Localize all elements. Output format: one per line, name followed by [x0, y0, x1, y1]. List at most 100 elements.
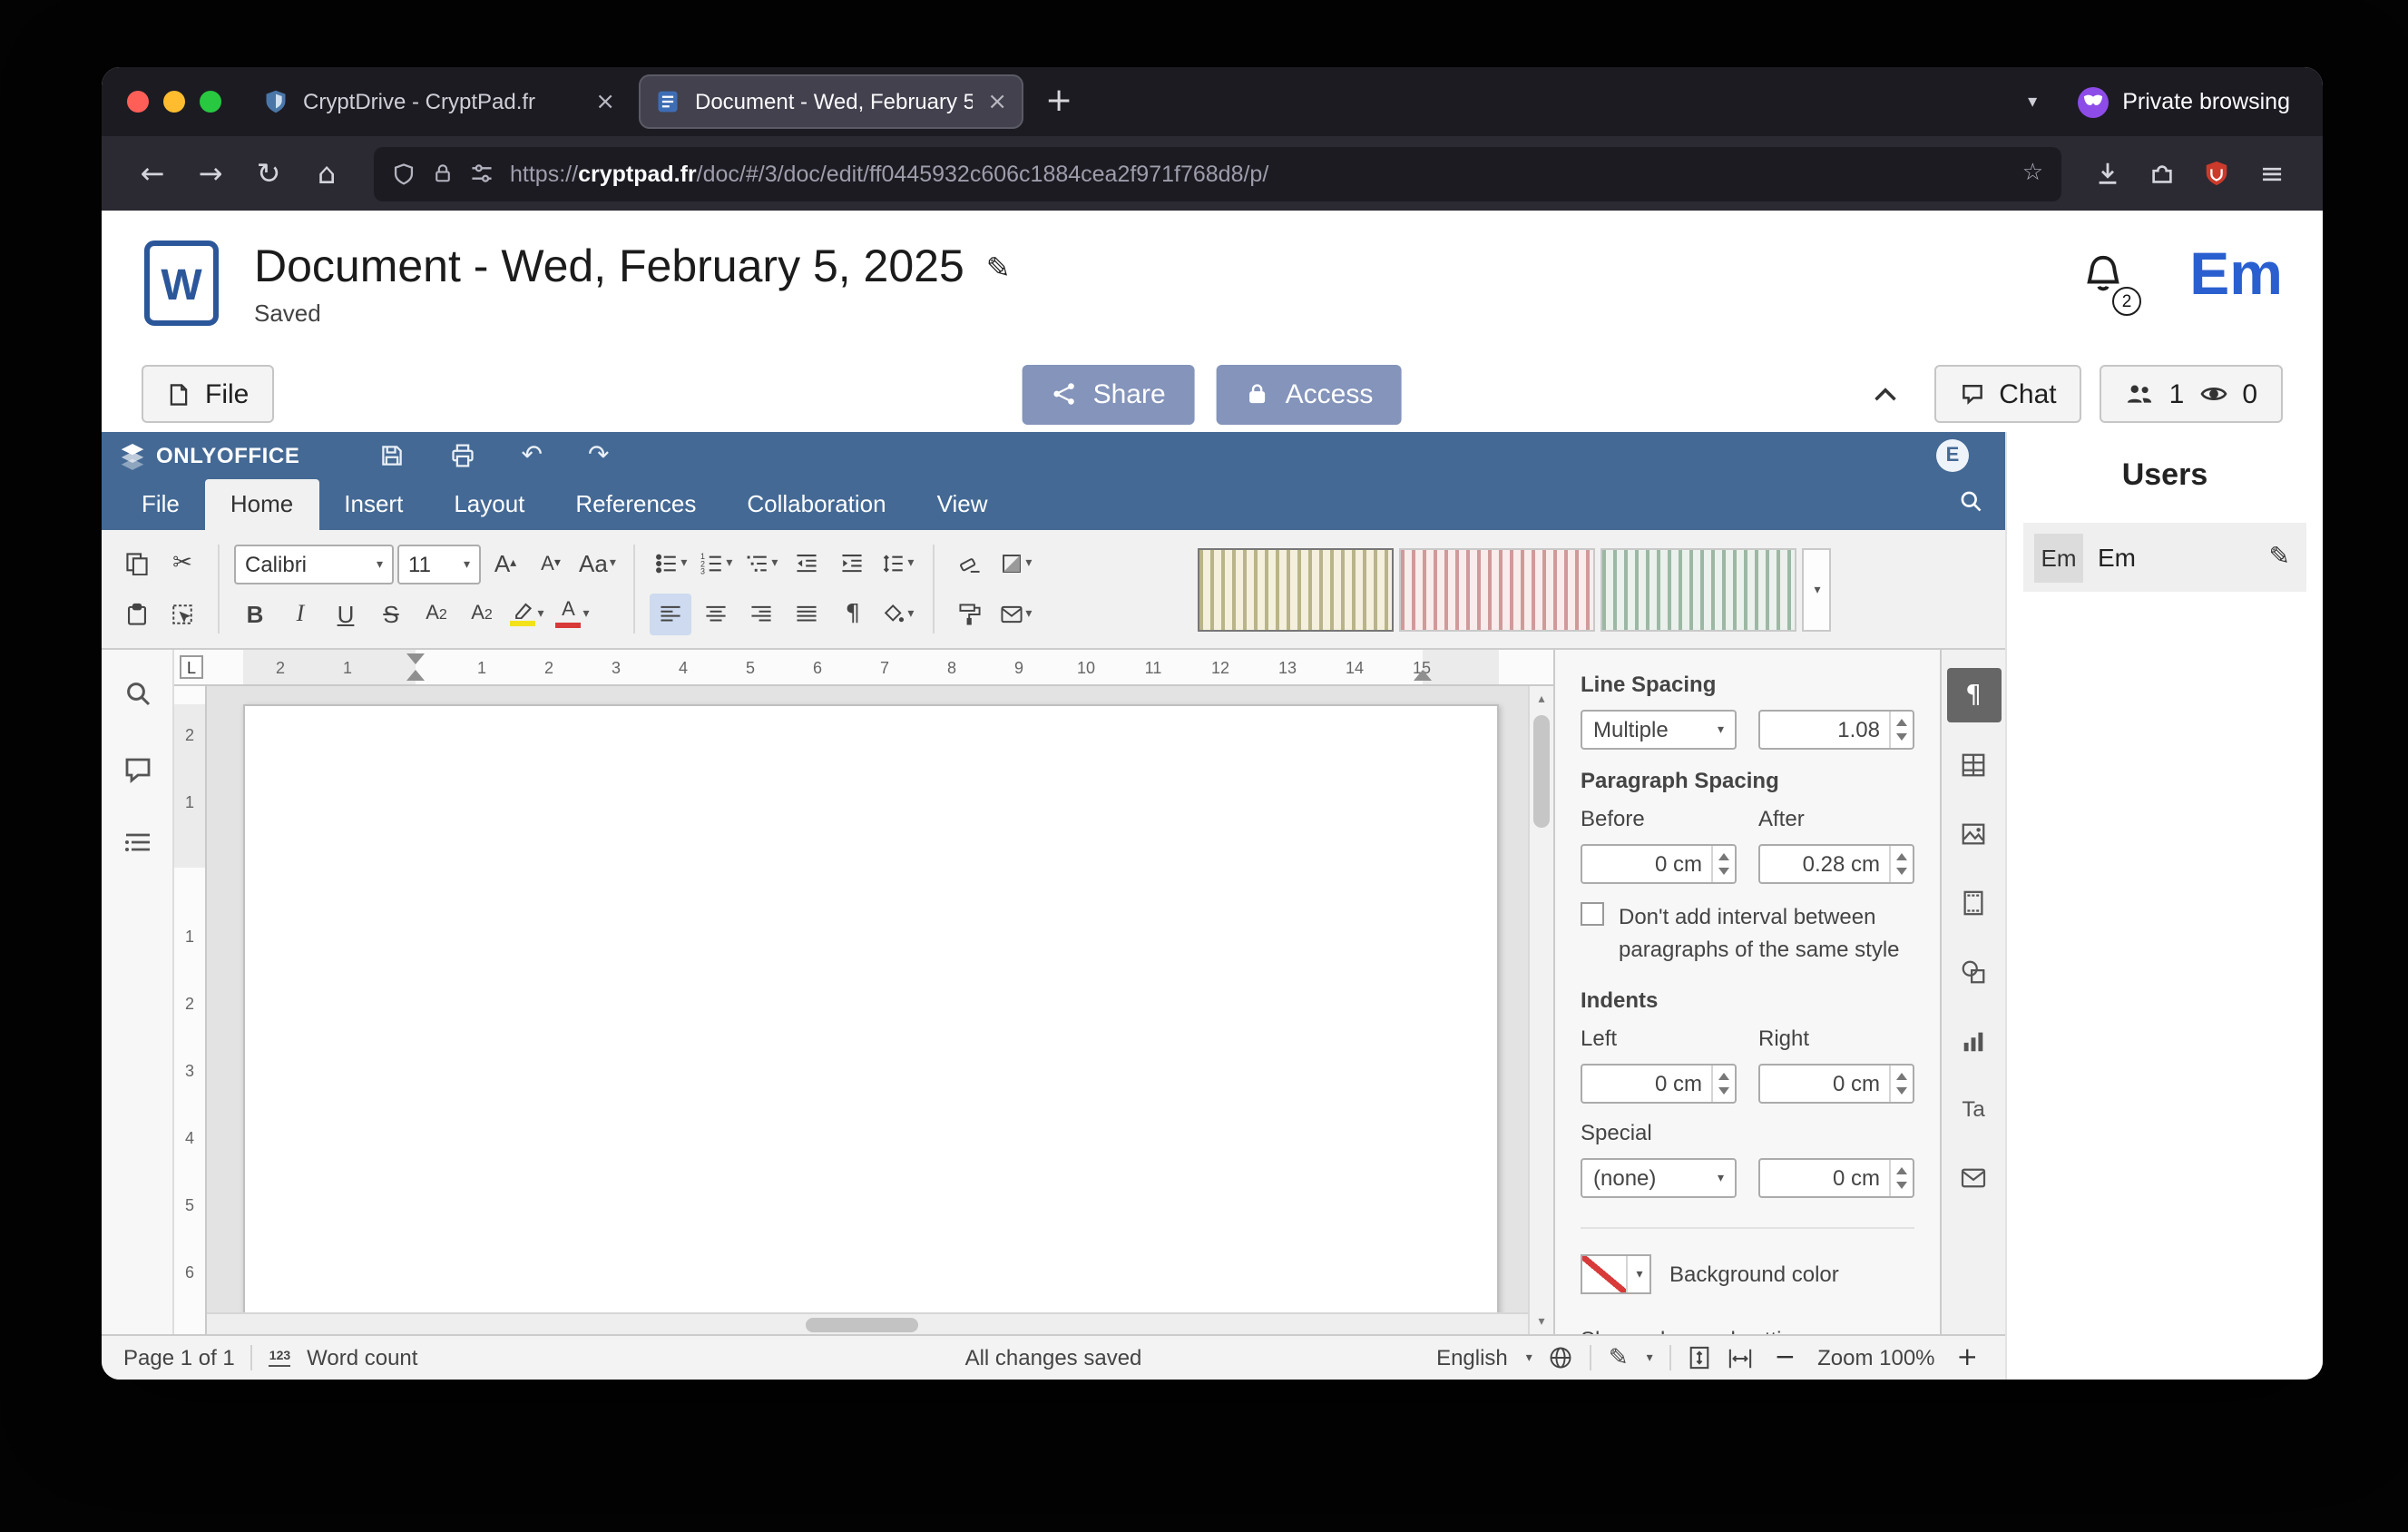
spin-down-icon[interactable] [1896, 868, 1907, 875]
zoom-level[interactable]: Zoom 100% [1817, 1345, 1934, 1370]
textart-settings-icon[interactable]: Ta [1946, 1082, 2001, 1136]
spin-up-icon[interactable] [1896, 853, 1907, 860]
nonprinting-characters-icon[interactable]: ¶ [832, 593, 874, 634]
zoom-window-button[interactable] [200, 91, 221, 113]
lock-icon[interactable] [432, 162, 454, 185]
edit-name-pencil-icon[interactable]: ✎ [2269, 543, 2290, 572]
spin-down-icon[interactable] [1896, 733, 1907, 741]
home-icon[interactable]: ⌂ [298, 148, 356, 199]
italic-icon[interactable]: I [279, 593, 321, 634]
paragraph-style-preview-1[interactable] [1198, 547, 1394, 631]
globe-icon[interactable] [1549, 1345, 1574, 1370]
table-settings-icon[interactable] [1946, 737, 2001, 791]
back-icon[interactable]: ← [123, 148, 181, 199]
multilevel-list-icon[interactable]: ▾ [741, 544, 783, 585]
image-settings-icon[interactable] [1946, 806, 2001, 860]
url-input[interactable]: https://cryptpad.fr/doc/#/3/doc/edit/ff0… [510, 161, 2006, 186]
special-indent-value-input[interactable]: 0 cm [1758, 1158, 1914, 1198]
rename-pencil-icon[interactable]: ✎ [986, 250, 1011, 284]
scroll-down-icon[interactable]: ▾ [1530, 1309, 1553, 1334]
file-menu-button[interactable]: File [142, 365, 274, 423]
spacing-after-input[interactable]: 0.28 cm [1758, 844, 1914, 884]
spin-up-icon[interactable] [1896, 1167, 1907, 1174]
mail-merge-icon[interactable]: ▾ [995, 593, 1037, 634]
menu-layout[interactable]: Layout [428, 479, 550, 530]
user-list-item[interactable]: Em Em ✎ [2023, 523, 2306, 592]
menu-home[interactable]: Home [205, 479, 318, 530]
reload-icon[interactable]: ↻ [240, 148, 298, 199]
spin-down-icon[interactable] [1718, 1087, 1729, 1095]
font-size-select[interactable]: 11▾ [397, 545, 481, 584]
background-color-swatch[interactable]: ▾ [1581, 1254, 1651, 1294]
fit-page-icon[interactable] [1688, 1345, 1711, 1370]
permissions-sliders-icon[interactable] [470, 162, 494, 185]
redo-icon[interactable]: ↷ [588, 443, 609, 468]
menu-collaboration[interactable]: Collaboration [721, 479, 911, 530]
copy-icon[interactable] [116, 544, 158, 585]
spin-down-icon[interactable] [1896, 1087, 1907, 1095]
zoom-out-icon[interactable]: − [1769, 1343, 1801, 1372]
page-indicator[interactable]: Page 1 of 1 [123, 1345, 235, 1370]
document-page[interactable] [243, 704, 1499, 1334]
tab-stop-selector[interactable]: L [180, 655, 203, 679]
collapse-toolbar-chevron-icon[interactable] [1854, 386, 1915, 402]
subscript-icon[interactable]: A2 [461, 593, 503, 634]
spell-check-icon[interactable]: ✎ [1609, 1344, 1629, 1371]
mail-merge-settings-icon[interactable] [1946, 1151, 2001, 1205]
minimize-window-button[interactable] [163, 91, 185, 113]
paragraph-shading-icon[interactable]: ▾ [877, 593, 919, 634]
left-indent-marker[interactable] [406, 670, 425, 681]
underline-icon[interactable]: U [325, 593, 367, 634]
decrease-font-icon[interactable]: A▾ [530, 544, 572, 585]
chart-settings-icon[interactable] [1946, 1013, 2001, 1067]
paragraph-style-preview-2[interactable] [1399, 547, 1595, 631]
numbered-list-icon[interactable]: 123▾ [696, 544, 738, 585]
clear-style-icon[interactable] [950, 544, 992, 585]
comments-icon[interactable] [122, 755, 152, 784]
align-justify-icon[interactable] [787, 593, 828, 634]
spin-up-icon[interactable] [1718, 1073, 1729, 1080]
no-interval-checkbox[interactable] [1581, 902, 1604, 926]
tracking-shield-icon[interactable] [392, 161, 416, 186]
select-all-icon[interactable] [162, 593, 203, 634]
font-color-icon[interactable]: A▾ [552, 593, 593, 634]
change-case-icon[interactable]: Aa▾ [575, 544, 620, 585]
tab-cryptdrive[interactable]: CryptDrive - CryptPad.fr × [247, 74, 631, 129]
spin-down-icon[interactable] [1718, 868, 1729, 875]
decrease-indent-icon[interactable] [787, 544, 828, 585]
search-icon[interactable] [1958, 488, 1983, 514]
paste-icon[interactable] [116, 593, 158, 634]
word-count-label[interactable]: Word count [307, 1345, 417, 1370]
first-line-indent-marker[interactable] [406, 653, 425, 664]
close-window-button[interactable] [127, 91, 149, 113]
line-spacing-select[interactable]: Multiple▾ [1581, 710, 1737, 750]
align-center-icon[interactable] [696, 593, 738, 634]
increase-indent-icon[interactable] [832, 544, 874, 585]
url-bar[interactable]: https://cryptpad.fr/doc/#/3/doc/edit/ff0… [374, 146, 2061, 201]
paragraph-settings-icon[interactable]: ¶ [1946, 668, 2001, 722]
copy-style-icon[interactable] [950, 593, 992, 634]
chat-button[interactable]: Chat [1933, 365, 2081, 423]
bullet-list-icon[interactable]: ▾ [651, 544, 692, 585]
shape-settings-icon[interactable] [1946, 944, 2001, 998]
right-indent-marker[interactable] [1414, 670, 1432, 681]
menu-view[interactable]: View [912, 479, 1013, 530]
scroll-up-icon[interactable]: ▴ [1530, 686, 1553, 712]
downloads-icon[interactable] [2080, 148, 2134, 199]
save-icon[interactable] [379, 443, 405, 468]
horizontal-scrollbar-thumb[interactable] [806, 1318, 918, 1332]
find-icon[interactable] [122, 679, 152, 708]
paragraph-style-preview-3[interactable] [1600, 547, 1796, 631]
spacing-before-input[interactable]: 0 cm [1581, 844, 1737, 884]
increase-font-icon[interactable]: A▴ [485, 544, 526, 585]
navigation-headings-icon[interactable] [122, 831, 152, 857]
cut-scissors-icon[interactable]: ✂ [162, 544, 203, 585]
share-button[interactable]: Share [1023, 364, 1195, 424]
font-name-select[interactable]: Calibri▾ [234, 545, 394, 584]
style-gallery-expand-icon[interactable]: ▾ [1802, 547, 1831, 631]
header-footer-settings-icon[interactable] [1946, 875, 2001, 929]
vertical-scrollbar-thumb[interactable] [1533, 715, 1550, 828]
spell-check-caret-icon[interactable]: ▾ [1647, 1350, 1653, 1365]
ublock-origin-icon[interactable] [2188, 148, 2243, 199]
vertical-scrollbar[interactable]: ▴ ▾ [1528, 686, 1553, 1334]
